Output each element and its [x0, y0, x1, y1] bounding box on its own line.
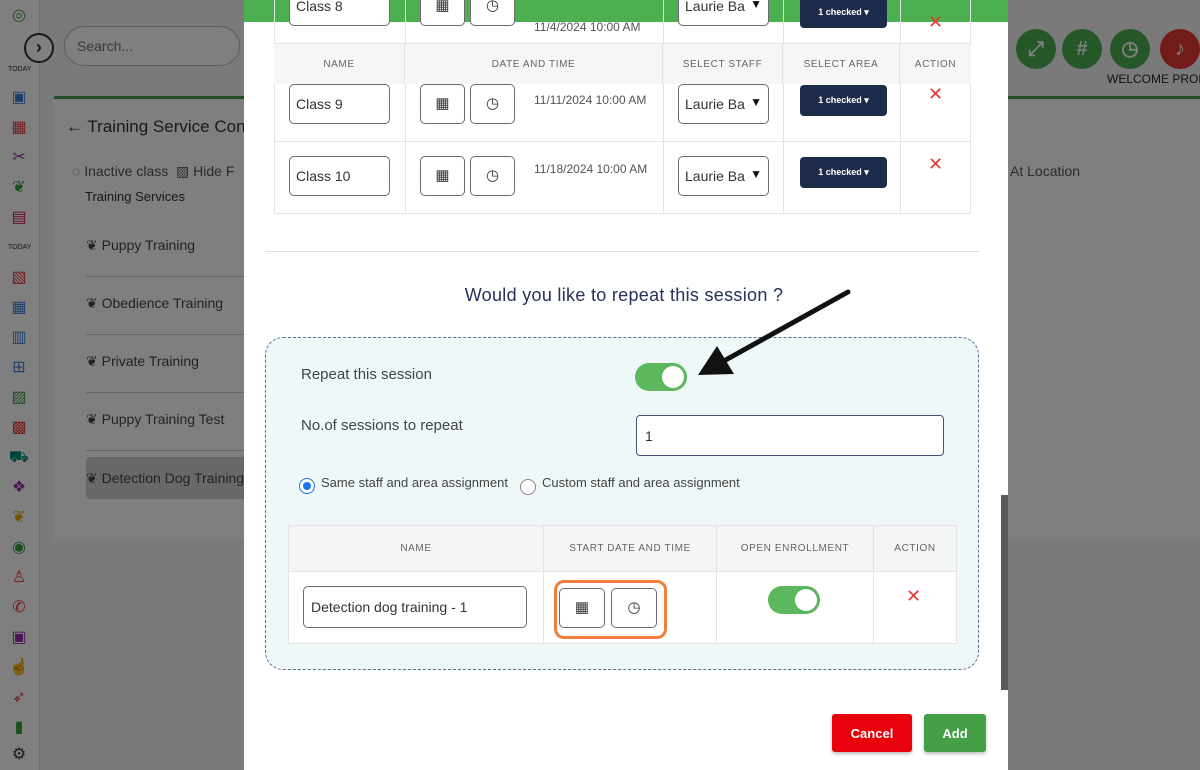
clock-icon[interactable]: ◷ [470, 84, 515, 124]
class-datetime: 11/4/2024 10:00 AM [534, 20, 641, 34]
repeat-session-panel: Repeat this session No.of sessions to re… [265, 337, 979, 670]
open-enrollment-toggle[interactable] [768, 586, 820, 614]
area-dropdown-button[interactable]: 1 checked ▾ [800, 157, 887, 188]
toggle-knob [795, 589, 817, 611]
repeat-session-toggle[interactable] [635, 363, 687, 391]
staff-value: Laurie Ba [685, 0, 745, 14]
area-dropdown-button[interactable]: 1 checked ▾ [800, 0, 887, 28]
clock-icon[interactable]: ◷ [470, 0, 515, 26]
header-datetime: DATE AND TIME [405, 44, 663, 84]
header-action: ACTION [914, 58, 957, 70]
header-name: NAME [274, 44, 405, 84]
toggle-knob [662, 366, 684, 388]
session-row: Detection dog training - 1 ▦ ◷ ✕ [288, 572, 957, 644]
staff-value: Laurie Ba [685, 96, 745, 112]
repeat-toggle-label: Repeat this session [301, 366, 432, 383]
header-action: ACTION [894, 543, 936, 554]
class-datetime: 11/18/2024 10:00 AM [534, 162, 648, 176]
delete-icon[interactable]: ✕ [928, 12, 943, 33]
area-dropdown-button[interactable]: 1 checked ▾ [800, 85, 887, 116]
class-row: Class 8 ▦ ◷ 11/4/2024 10:00 AM Laurie Ba… [274, 0, 971, 44]
area-value: 1 checked [818, 95, 862, 105]
session-modal: Class 8 ▦ ◷ 11/4/2024 10:00 AM Laurie Ba… [244, 0, 1008, 770]
area-value: 1 checked [818, 167, 862, 177]
section-divider [265, 251, 979, 252]
class-row: Class 9 ▦ ◷ 11/11/2024 10:00 AM Laurie B… [274, 84, 971, 142]
delete-icon[interactable]: ✕ [928, 84, 943, 105]
header-start-datetime: START DATE AND TIME [544, 526, 717, 571]
custom-assignment-radio[interactable] [520, 479, 536, 495]
staff-select[interactable]: Laurie Ba ▼ [678, 84, 769, 124]
area-value: 1 checked [818, 7, 862, 17]
calendar-icon[interactable]: ▦ [420, 156, 465, 196]
header-open-enrollment: OPEN ENROLLMENT [717, 526, 874, 571]
chevron-down-icon: ▼ [750, 167, 762, 181]
class-name-input[interactable]: Class 9 [289, 84, 390, 124]
custom-assignment-label[interactable]: Custom staff and area assignment [542, 475, 740, 490]
session-name-input[interactable]: Detection dog training - 1 [303, 586, 527, 628]
staff-select[interactable]: Laurie Ba ▼ [678, 0, 769, 26]
header-staff: SELECT STAFF [663, 44, 783, 84]
header-name: NAME [289, 526, 544, 571]
calendar-icon[interactable]: ▦ [420, 84, 465, 124]
chevron-down-icon: ▼ [750, 95, 762, 109]
same-assignment-radio[interactable] [299, 478, 315, 494]
header-area: SELECT AREA [783, 44, 900, 84]
classes-table-header: NAME DATE AND TIME SELECT STAFF SELECT A… [274, 44, 971, 84]
staff-select[interactable]: Laurie Ba ▼ [678, 156, 769, 196]
add-button[interactable]: Add [924, 714, 986, 752]
class-datetime: 11/11/2024 10:00 AM [534, 93, 647, 107]
clock-icon[interactable]: ◷ [470, 156, 515, 196]
sessions-count-label: No.of sessions to repeat [301, 417, 463, 434]
calendar-icon[interactable]: ▦ [420, 0, 465, 26]
delete-icon[interactable]: ✕ [906, 586, 921, 607]
repeat-question: Would you like to repeat this session ? [464, 285, 784, 305]
staff-value: Laurie Ba [685, 168, 745, 184]
same-assignment-label[interactable]: Same staff and area assignment [321, 475, 508, 490]
class-name-input[interactable]: Class 10 [289, 156, 390, 196]
sessions-count-input[interactable]: 1 [636, 415, 944, 456]
chevron-down-icon: ▼ [750, 0, 762, 11]
modal-scrollbar[interactable] [1001, 495, 1008, 690]
sessions-table-header: NAME START DATE AND TIME OPEN ENROLLMENT… [288, 525, 957, 572]
class-name-input[interactable]: Class 8 [289, 0, 390, 26]
cancel-button[interactable]: Cancel [832, 714, 912, 752]
clock-icon[interactable]: ◷ [611, 588, 657, 628]
class-row: Class 10 ▦ ◷ 11/18/2024 10:00 AM Laurie … [274, 142, 971, 214]
calendar-icon[interactable]: ▦ [559, 588, 605, 628]
delete-icon[interactable]: ✕ [928, 154, 943, 175]
